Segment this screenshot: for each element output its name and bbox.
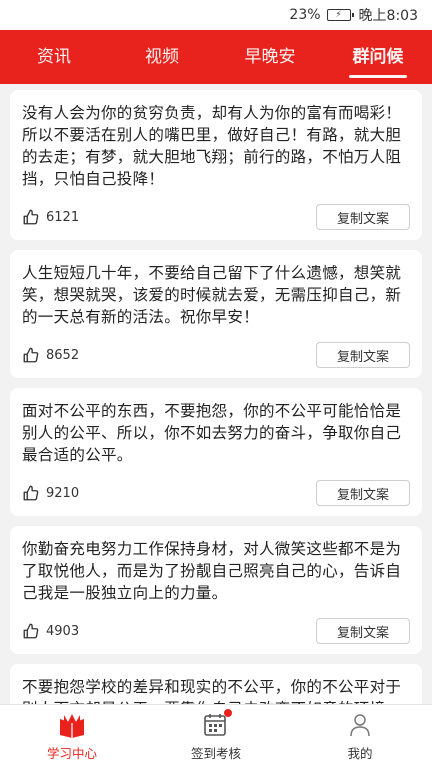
like-button[interactable]: 9210 (22, 484, 79, 502)
copy-text-button[interactable]: 复制文案 (316, 204, 410, 230)
category-tabbar: 资讯 视频 早晚安 群问候 (0, 30, 432, 84)
nav-check-in[interactable]: 签到考核 (144, 705, 288, 768)
greeting-text: 面对不公平的东西，不要抱怨，你的不公平可能恰恰是别人的公平、所以，你不如去努力的… (22, 402, 402, 464)
greeting-card: 没有人会为你的贫穷负责，却有人为你的富有而喝彩！所以不要活在别人的嘴巴里，做好自… (10, 90, 422, 240)
thumbs-up-icon (23, 485, 39, 501)
nav-mine[interactable]: 我的 (288, 705, 432, 768)
like-count: 6121 (46, 209, 80, 225)
like-button[interactable]: 6121 (22, 208, 79, 226)
greeting-card: 不要抱怨学校的差异和现实的不公平，你的不公平对于别人而言却是公平，要靠你自己去改… (10, 664, 422, 704)
greeting-card: 你勤奋充电努力工作保持身材，对人微笑这些都不是为了取悦他人，而是为了扮靓自己照亮… (10, 526, 422, 654)
thumbs-up-icon (23, 623, 39, 639)
nav-label: 签到考核 (190, 746, 241, 761)
tab-morning-evening[interactable]: 早晚安 (216, 30, 324, 84)
greeting-text: 人生短短几十年，不要给自己留下了什么遗憾，想笑就笑，想哭就哭，该爱的时候就去爱，… (22, 264, 402, 326)
person-icon (350, 714, 370, 737)
greeting-card: 人生短短几十年，不要给自己留下了什么遗憾，想笑就笑，想哭就哭，该爱的时候就去爱，… (10, 250, 422, 378)
like-count: 8652 (46, 347, 80, 363)
notification-dot (224, 709, 232, 717)
tab-group-greetings[interactable]: 群问候 (324, 30, 432, 84)
like-count: 4903 (46, 623, 80, 639)
greeting-feed[interactable]: 没有人会为你的贫穷负责，却有人为你的富有而喝彩！所以不要活在别人的嘴巴里，做好自… (0, 84, 432, 704)
bottom-navigation: 学习中心 签到考核 我的 (0, 704, 432, 768)
copy-text-button[interactable]: 复制文案 (316, 342, 410, 368)
nav-label: 我的 (347, 746, 373, 761)
greeting-text: 你勤奋充电努力工作保持身材，对人微笑这些都不是为了取悦他人，而是为了扮靓自己照亮… (22, 540, 402, 602)
thumbs-up-icon (23, 209, 39, 225)
like-button[interactable]: 8652 (22, 346, 79, 364)
calendar-icon (202, 709, 232, 739)
like-count: 9210 (46, 485, 80, 501)
nav-label: 学习中心 (46, 746, 97, 761)
battery-percentage: 23% (289, 7, 321, 23)
nav-learning-center[interactable]: 学习中心 (0, 705, 144, 768)
greeting-text: 没有人会为你的贫穷负责，却有人为你的富有而喝彩！所以不要活在别人的嘴巴里，做好自… (22, 104, 402, 188)
like-button[interactable]: 4903 (22, 622, 79, 640)
book-icon (60, 714, 84, 738)
tab-news[interactable]: 资讯 (0, 30, 108, 84)
greeting-text: 不要抱怨学校的差异和现实的不公平，你的不公平对于别人而言却是公平，要靠你自己去改… (22, 678, 402, 704)
tab-video[interactable]: 视频 (108, 30, 216, 84)
copy-text-button[interactable]: 复制文案 (316, 618, 410, 644)
copy-text-button[interactable]: 复制文案 (316, 480, 410, 506)
greeting-card: 面对不公平的东西，不要抱怨，你的不公平可能恰恰是别人的公平、所以，你不如去努力的… (10, 388, 422, 516)
status-time: 晚上8:03 (358, 8, 418, 24)
status-bar: 23% ⚡ 晚上8:03 (0, 0, 432, 30)
thumbs-up-icon (23, 347, 39, 363)
battery-icon: ⚡ (326, 9, 354, 21)
